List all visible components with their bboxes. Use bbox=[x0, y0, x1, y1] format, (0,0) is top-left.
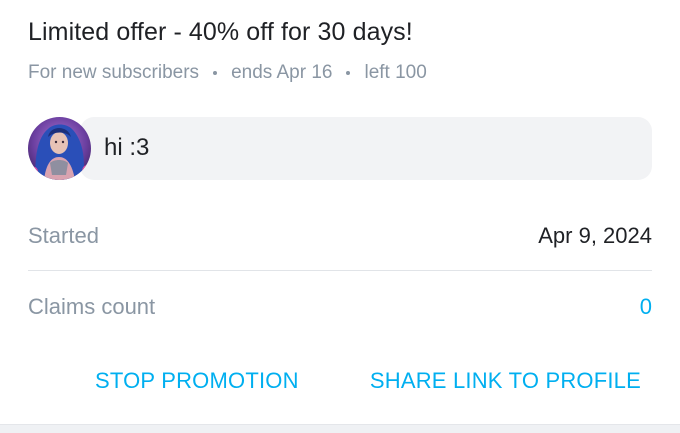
share-link-button[interactable]: SHARE LINK TO PROFILE bbox=[370, 368, 641, 394]
offer-title: Limited offer - 40% off for 30 days! bbox=[28, 18, 413, 46]
claims-count-link[interactable]: 0 bbox=[640, 294, 652, 320]
offer-meta: For new subscribers ends Apr 16 left 100 bbox=[28, 62, 427, 84]
avatar[interactable] bbox=[28, 117, 91, 180]
offer-ends: ends Apr 16 bbox=[231, 62, 333, 83]
claims-label: Claims count bbox=[28, 294, 156, 319]
message-bubble: hi :3 bbox=[80, 117, 652, 180]
promotion-message: hi :3 bbox=[28, 117, 652, 180]
separator-dot bbox=[213, 71, 218, 75]
started-label: Started bbox=[28, 223, 99, 248]
divider bbox=[28, 270, 652, 271]
offer-audience: For new subscribers bbox=[28, 62, 200, 83]
started-value: Apr 9, 2024 bbox=[538, 223, 652, 248]
message-text: hi :3 bbox=[104, 134, 150, 161]
user-avatar-icon bbox=[28, 117, 91, 180]
stop-promotion-button[interactable]: STOP PROMOTION bbox=[95, 368, 299, 394]
card-bottom-separator bbox=[0, 424, 680, 433]
offer-left: left 100 bbox=[364, 62, 427, 83]
separator-dot bbox=[346, 71, 351, 75]
